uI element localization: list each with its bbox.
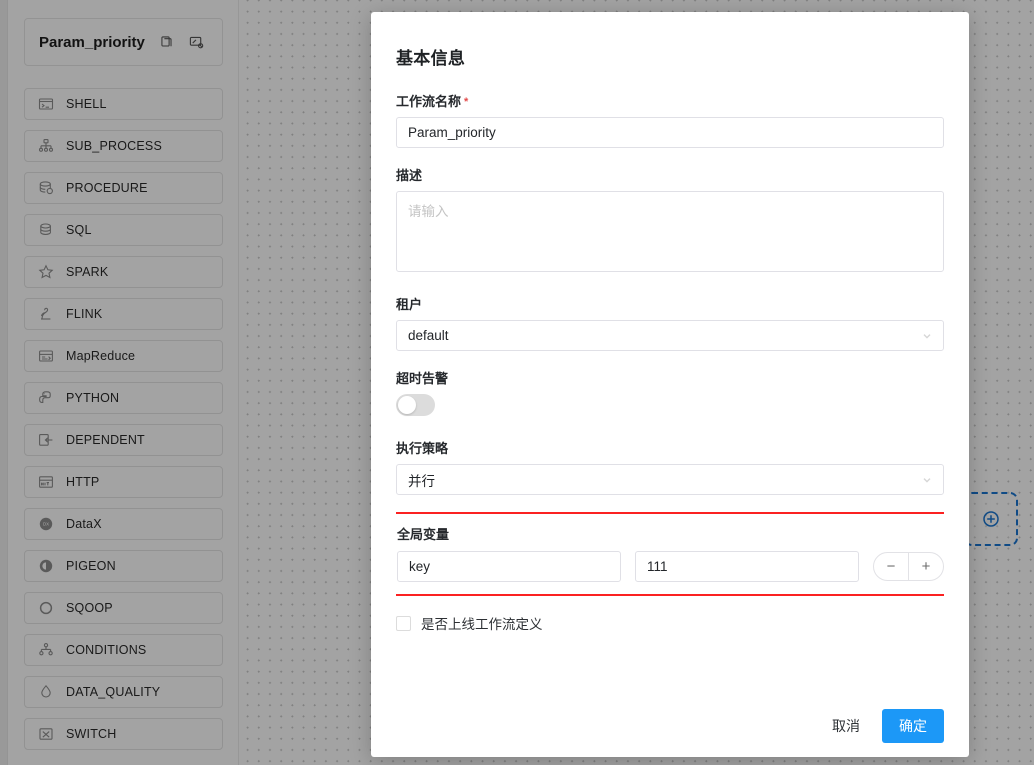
global-params-highlight-box: 全局变量 − +	[396, 512, 944, 596]
execution-strategy-selected-value: 并行	[408, 473, 435, 489]
tenant-label: 租户	[396, 297, 423, 312]
global-params-row: − +	[397, 551, 944, 582]
workflow-name-label: 工作流名称 *	[396, 91, 944, 110]
toggle-knob	[398, 396, 416, 414]
global-params-label: 全局变量	[397, 527, 450, 542]
execution-strategy-label: 执行策略	[396, 441, 449, 456]
timeout-alarm-toggle[interactable]	[396, 394, 435, 416]
chevron-down-icon	[921, 330, 933, 342]
workflow-name-input[interactable]	[396, 117, 944, 148]
field-timeout-alarm: 超时告警	[396, 368, 944, 421]
description-textarea[interactable]	[396, 191, 944, 272]
workflow-name-label-text: 工作流名称	[396, 94, 462, 109]
modal-body: 工作流名称* 描述 租户 default 超时告警	[396, 91, 944, 695]
basic-info-modal: 基本信息 工作流名称* 描述 租户 default	[371, 12, 969, 757]
field-description: 描述	[396, 165, 944, 277]
global-param-value-input[interactable]	[635, 551, 859, 582]
field-workflow-name: 工作流名称 *	[396, 91, 944, 148]
required-asterisk: *	[464, 96, 469, 108]
release-state-row[interactable]: 是否上线工作流定义	[396, 613, 944, 633]
confirm-button[interactable]: 确定	[882, 709, 944, 743]
chevron-down-icon	[921, 474, 933, 486]
global-params-stepper: − +	[873, 552, 944, 581]
release-state-checkbox[interactable]	[396, 615, 411, 631]
remove-param-button[interactable]: −	[874, 553, 908, 580]
tenant-selected-value: default	[408, 328, 449, 343]
cancel-button[interactable]: 取消	[828, 710, 864, 742]
tenant-select[interactable]: default	[396, 320, 944, 351]
field-tenant: 租户 default	[396, 294, 944, 351]
release-state-label: 是否上线工作流定义	[421, 617, 543, 632]
timeout-alarm-label: 超时告警	[396, 371, 449, 386]
description-label: 描述	[396, 168, 423, 183]
modal-footer: 取消 确定	[396, 695, 944, 757]
global-param-key-input[interactable]	[397, 551, 621, 582]
modal-title: 基本信息	[396, 49, 466, 68]
execution-strategy-select[interactable]: 并行	[396, 464, 944, 495]
field-execution-strategy: 执行策略 并行	[396, 438, 944, 495]
add-param-button[interactable]: +	[909, 553, 943, 580]
